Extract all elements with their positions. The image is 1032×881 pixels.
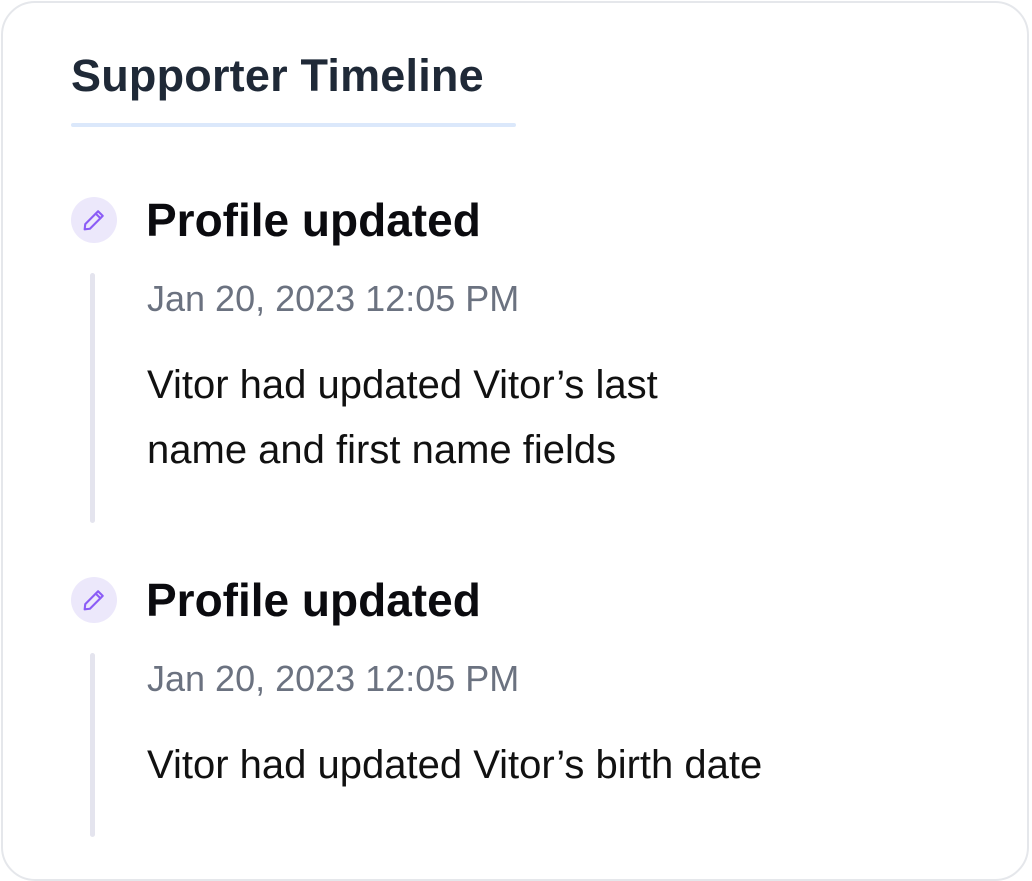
timeline-rail bbox=[90, 273, 95, 523]
event-timestamp: Jan 20, 2023 12:05 PM bbox=[147, 658, 520, 699]
card-title: Supporter Timeline bbox=[71, 50, 484, 101]
pencil-icon bbox=[71, 577, 117, 623]
event-description: Vitor had updated Vitor’s last name and … bbox=[147, 363, 658, 472]
event-title: Profile updated bbox=[146, 574, 481, 626]
event-description: Vitor had updated Vitor’s birth date bbox=[147, 743, 763, 787]
timeline-rail bbox=[90, 653, 95, 837]
pencil-icon bbox=[71, 197, 117, 243]
event-timestamp: Jan 20, 2023 12:05 PM bbox=[147, 278, 520, 319]
title-underline bbox=[71, 123, 516, 127]
event-title: Profile updated bbox=[146, 194, 481, 246]
supporter-timeline-card: Supporter Timeline Profile updated Jan 2… bbox=[1, 1, 1029, 881]
card-header: Supporter Timeline bbox=[71, 47, 516, 127]
